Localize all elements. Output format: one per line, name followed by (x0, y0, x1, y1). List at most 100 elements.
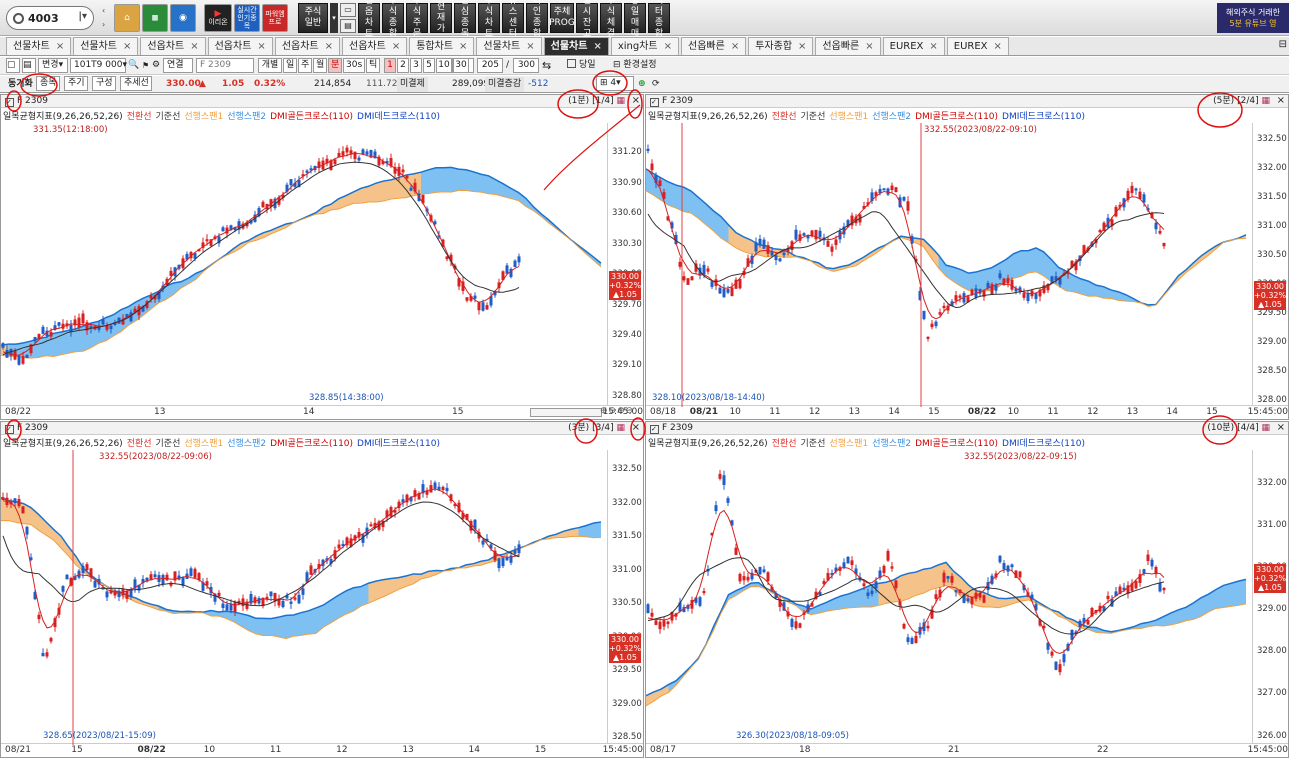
code-search-box[interactable]: 4003 |▾ (6, 6, 94, 30)
save-icon[interactable]: ▤ (22, 58, 36, 73)
checkbox-icon[interactable]: ✓ (650, 425, 659, 434)
item-button[interactable]: 종목 (36, 76, 60, 91)
tab-chart[interactable]: 선물차트 × (476, 37, 542, 55)
zoom-controls[interactable]: ⊕⊖⊕⊖ (600, 406, 634, 416)
checkbox-icon[interactable]: ✓ (5, 425, 14, 434)
close-icon[interactable]: × (459, 38, 467, 55)
scroll-arrows-icon[interactable]: ‹ › (102, 4, 110, 32)
menu-button[interactable]: 주식 차트 (478, 0, 500, 39)
close-icon[interactable]: × (1277, 422, 1285, 434)
interval-option[interactable]: 10 (436, 58, 452, 73)
grid-icon[interactable]: ▦ (614, 96, 625, 106)
price-chart[interactable] (646, 123, 1252, 407)
tab-chart[interactable]: 선옵차트 × (342, 37, 408, 55)
close-icon[interactable]: × (731, 38, 739, 55)
menu-button[interactable]: 선옵 차트 (358, 0, 380, 39)
close-icon[interactable]: × (392, 38, 400, 55)
refresh-icon[interactable]: ⇆ (542, 58, 551, 73)
close-icon[interactable]: × (123, 38, 131, 55)
chart-panel[interactable]: ✓ F 2309 (1분) [1/4] ▦ × 일목균형지표(9,26,26,52,26)… (0, 94, 644, 420)
env-settings-button[interactable]: ⊟ 환경설정 (613, 58, 657, 73)
period-button[interactable]: 주기 (64, 76, 88, 91)
calculator-icon[interactable]: ▦ (142, 4, 168, 32)
today-checkbox[interactable]: 당일 (567, 58, 596, 73)
close-icon[interactable]: × (325, 38, 333, 55)
chart-new-icon[interactable]: ▢ (6, 58, 20, 73)
period-option[interactable]: 분 (328, 58, 342, 73)
menu-button[interactable]: 현재 가 (430, 2, 452, 34)
grid-icon[interactable]: ▦ (1259, 96, 1270, 106)
trendline-button[interactable]: 추세선 (120, 76, 152, 91)
powerm-pro-button[interactable]: 파워엠 프로 (262, 4, 288, 32)
count-input-c[interactable]: 300 (513, 58, 539, 73)
period-option[interactable]: 개별 (258, 58, 282, 73)
menu-button[interactable]: 주체 PROG (549, 3, 575, 33)
period-option[interactable]: 월 (313, 58, 327, 73)
tab-chart[interactable]: 투자종합 × (748, 37, 814, 55)
close-icon[interactable]: × (56, 38, 64, 55)
realtime-popular-button[interactable]: 실시간 인기종목 (234, 4, 260, 32)
tab-chart[interactable]: 선물차트 × (543, 37, 609, 55)
grid-icon[interactable]: ▦ (1259, 423, 1270, 433)
close-icon[interactable]: × (257, 38, 265, 55)
menu-button[interactable]: 주식 종합 (382, 0, 404, 39)
chart-panel[interactable]: ✓ F 2309 (5분) [2/4] ▦ × 일목균형지표(9,26,26,52,26)… (645, 94, 1289, 420)
link-button[interactable]: 연결 (163, 58, 193, 73)
interval-option[interactable]: 2 (397, 58, 409, 73)
interval-option[interactable]: 30 (453, 58, 469, 73)
menu-button[interactable]: 주식 일반 (298, 3, 328, 33)
grid-icon[interactable]: ▦ (614, 423, 625, 433)
close-icon[interactable]: × (664, 38, 672, 55)
close-icon[interactable]: × (1277, 95, 1285, 107)
search-icon[interactable]: 🔍 (128, 58, 139, 73)
period-option[interactable]: 틱 (366, 58, 380, 73)
close-icon[interactable]: × (929, 38, 937, 55)
close-icon[interactable]: × (994, 38, 1002, 55)
tab-chart[interactable]: xing차트 × (610, 37, 680, 55)
menu-button[interactable]: 주식 주문 (406, 0, 428, 39)
globe-icon[interactable]: ◉ (170, 4, 196, 32)
close-icon[interactable]: × (593, 38, 601, 55)
new-window-icon[interactable]: ▭ (340, 3, 356, 17)
price-chart[interactable] (646, 450, 1252, 745)
menu-button[interactable]: 외인 종합 (526, 0, 548, 39)
chevron-down-icon[interactable]: ▾ (330, 3, 338, 33)
close-icon[interactable]: × (632, 95, 640, 107)
checkbox-icon[interactable]: ✓ (5, 98, 14, 107)
interval-option[interactable]: 1 (384, 58, 396, 73)
chart-panel[interactable]: ✓ F 2309 (10분) [4/4] ▦ × 일목균형지표(9,26,26,52,26… (645, 421, 1289, 758)
menu-button[interactable]: 뉴스 센터 (502, 0, 524, 39)
settings-icon[interactable]: ⚙ (152, 58, 160, 73)
menu-button[interactable]: 당일 매매 (624, 0, 646, 39)
checkbox-icon[interactable]: ✓ (650, 98, 659, 107)
price-chart[interactable] (1, 123, 607, 407)
chart-panel[interactable]: ✓ F 2309 (3분) [3/4] ▦ × 일목균형지표(9,26,26,52,26)… (0, 421, 644, 758)
tab-chart[interactable]: 선물차트 × (73, 37, 139, 55)
tab-chart[interactable]: 선옵빠른 × (681, 37, 747, 55)
tab-chart[interactable]: 선옵빠른 × (815, 37, 881, 55)
tab-chart[interactable]: 선옵차트 × (274, 37, 341, 55)
period-option[interactable]: 주 (298, 58, 312, 73)
chart-scrollbar[interactable] (530, 408, 602, 417)
overseas-banner[interactable]: 해외주식 거래한 5분 유튜브 영 (1217, 3, 1289, 33)
close-icon[interactable]: × (865, 38, 873, 55)
menu-button[interactable]: 주식 체결 (600, 0, 622, 39)
tab-chart[interactable]: EUREX × (946, 37, 1009, 55)
add-icon[interactable]: ⊕ (638, 77, 646, 92)
grid-layout-select[interactable]: ⊞ 4▾ (596, 76, 634, 91)
home-icon[interactable]: ⌂ (114, 4, 140, 32)
refresh-icon[interactable]: ⟳ (652, 77, 660, 92)
close-icon[interactable]: × (190, 38, 198, 55)
print-icon[interactable]: ▤ (340, 19, 356, 33)
close-icon[interactable]: × (798, 38, 806, 55)
count-input-b[interactable]: 205 (477, 58, 503, 73)
name-field[interactable]: F 2309 (196, 58, 254, 73)
menu-button[interactable]: 관심 종목 (454, 0, 476, 39)
youtube-button[interactable]: ▶ 이리온 (204, 4, 232, 32)
chevron-down-icon[interactable]: |▾ (78, 11, 87, 22)
period-option[interactable]: 일 (283, 58, 297, 73)
tab-chart[interactable]: 선옵차트 × (140, 37, 206, 55)
change-button[interactable]: 변경▾ (38, 58, 68, 73)
flag-icon[interactable]: ⚑ (142, 58, 149, 73)
tab-chart[interactable]: EUREX × (882, 37, 945, 55)
